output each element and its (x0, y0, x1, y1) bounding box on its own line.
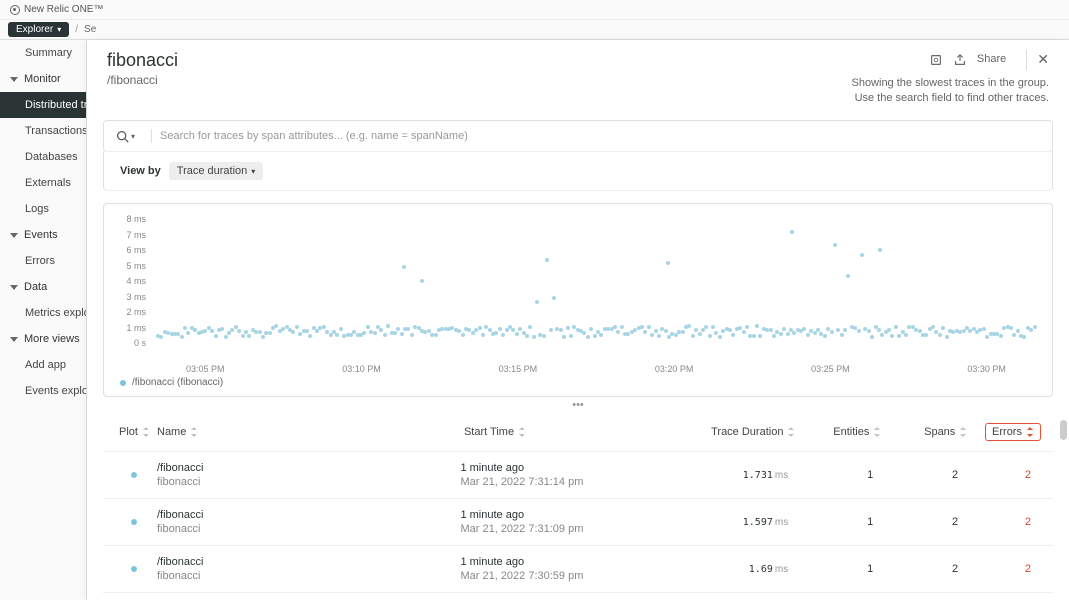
breadcrumb-text[interactable]: Se (84, 24, 96, 35)
traces-table: Plot Name Start Time Trace Duration Enti… (103, 413, 1053, 600)
table-row[interactable]: /fibonaccifibonacci1 minute agoMar 21, 2… (103, 451, 1053, 498)
divider (151, 129, 152, 143)
plot-cell (111, 472, 157, 478)
sidebar-section-more[interactable]: More views (0, 326, 86, 352)
sidebar-item-databases[interactable]: Databases (0, 144, 86, 170)
share-icon[interactable] (953, 53, 967, 67)
plot-area (156, 214, 1036, 348)
errors-cell: 2 (958, 563, 1045, 575)
explorer-dropdown[interactable]: Explorer (8, 22, 69, 37)
duration-cell: 1.69ms (655, 564, 789, 575)
sidebar-section-data[interactable]: Data (0, 274, 86, 300)
scrollbar[interactable] (1059, 420, 1069, 600)
page-subtitle: /fibonacci (107, 73, 178, 87)
sort-icon (1026, 427, 1034, 437)
sort-icon (518, 427, 526, 437)
sort-icon (142, 427, 150, 437)
col-plot[interactable]: Plot (111, 423, 157, 441)
sidebar-item-externals[interactable]: Externals (0, 170, 86, 196)
sidebar-item-transactions[interactable]: Transactions (0, 118, 86, 144)
close-icon[interactable]: ✕ (1026, 50, 1049, 70)
pin-icon[interactable] (929, 53, 943, 67)
logo-text: New Relic ONE™ (24, 4, 103, 15)
entities-cell: 1 (788, 469, 873, 481)
search-input[interactable] (160, 130, 1040, 142)
search-icon (116, 130, 129, 143)
col-spans[interactable]: Spans (881, 423, 967, 441)
spans-cell: 2 (873, 516, 958, 528)
sidebar-item-add-app[interactable]: Add app (0, 352, 86, 378)
sort-icon (959, 427, 967, 437)
plot-dot-icon (131, 519, 137, 525)
spans-cell: 2 (873, 469, 958, 481)
sidebar: Summary Monitor Distributed tracing Tran… (0, 40, 87, 600)
col-start[interactable]: Start Time (464, 423, 660, 441)
sidebar-section-events[interactable]: Events (0, 222, 86, 248)
spans-cell: 2 (873, 563, 958, 575)
sidebar-item-errors[interactable]: Errors (0, 248, 86, 274)
plot-dot-icon (131, 566, 137, 572)
entities-cell: 1 (788, 516, 873, 528)
name-cell: /fibonaccifibonacci (157, 509, 460, 535)
sidebar-section-monitor[interactable]: Monitor (0, 66, 86, 92)
header-info-2: Use the search field to find other trace… (851, 91, 1049, 106)
sort-icon (873, 427, 881, 437)
legend-dot-icon (120, 380, 126, 386)
sidebar-item-events-explorer[interactable]: Events explorer (0, 378, 86, 404)
name-cell: /fibonaccifibonacci (157, 462, 460, 488)
search-bar: ▾ (103, 120, 1053, 152)
col-errors[interactable]: Errors (967, 423, 1045, 441)
plot-cell (111, 519, 157, 525)
table-row[interactable]: /fibonaccifibonacci1 minute agoMar 21, 2… (103, 545, 1053, 592)
sidebar-item-metrics[interactable]: Metrics explorer (0, 300, 86, 326)
share-label[interactable]: Share (977, 52, 1006, 67)
start-cell: 1 minute agoMar 21, 2022 7:31:14 pm (460, 462, 654, 488)
sidebar-item-summary[interactable]: Summary (0, 40, 86, 66)
plot-dot-icon (131, 472, 137, 478)
start-cell: 1 minute agoMar 21, 2022 7:31:09 pm (460, 509, 654, 535)
panel-header: fibonacci /fibonacci Share ✕ Showing the… (87, 40, 1069, 106)
logo-bar: New Relic ONE™ (0, 0, 1069, 20)
sidebar-item-distributed-tracing[interactable]: Distributed tracing (0, 92, 86, 118)
sort-icon (787, 427, 795, 437)
viewby-row: View by Trace duration (103, 151, 1053, 191)
col-duration[interactable]: Trace Duration (660, 423, 795, 441)
errors-cell: 2 (958, 469, 1045, 481)
table-row[interactable]: /fibonaccifibonacci2 minutes agoMar 21, … (103, 592, 1053, 600)
errors-cell: 2 (958, 516, 1045, 528)
entities-cell: 1 (788, 563, 873, 575)
scatter-chart[interactable]: 8 ms 7 ms 6 ms 5 ms 4 ms 3 ms 2 ms 1 ms … (103, 203, 1053, 397)
sort-icon (190, 427, 198, 437)
start-cell: 1 minute agoMar 21, 2022 7:30:59 pm (460, 556, 654, 582)
plot-cell (111, 566, 157, 572)
viewby-label: View by (120, 165, 161, 177)
table-row[interactable]: /fibonaccifibonacci1 minute agoMar 21, 2… (103, 498, 1053, 545)
more-icon[interactable]: ••• (87, 399, 1069, 411)
name-cell: /fibonaccifibonacci (157, 556, 460, 582)
search-mode-dropdown[interactable]: ▾ (116, 130, 135, 143)
topbar: Explorer / Se (0, 20, 1069, 40)
col-name[interactable]: Name (157, 423, 464, 441)
viewby-dropdown[interactable]: Trace duration (169, 162, 264, 180)
duration-cell: 1.597ms (655, 517, 789, 528)
breadcrumb-sep: / (75, 24, 78, 35)
chart-legend[interactable]: /fibonacci (fibonacci) (120, 377, 223, 388)
x-axis: 03:05 PM 03:10 PM 03:15 PM 03:20 PM 03:2… (156, 364, 1036, 374)
header-info-1: Showing the slowest traces in the group. (851, 76, 1049, 91)
page-title: fibonacci (107, 50, 178, 71)
table-header: Plot Name Start Time Trace Duration Enti… (103, 413, 1053, 451)
col-entities[interactable]: Entities (795, 423, 881, 441)
sidebar-item-logs[interactable]: Logs (0, 196, 86, 222)
duration-cell: 1.731ms (655, 470, 789, 481)
newrelic-logo-icon (10, 5, 20, 15)
y-axis: 8 ms 7 ms 6 ms 5 ms 4 ms 3 ms 2 ms 1 ms … (120, 214, 146, 348)
legend-label: /fibonacci (fibonacci) (132, 377, 223, 388)
main-panel: fibonacci /fibonacci Share ✕ Showing the… (87, 40, 1069, 600)
